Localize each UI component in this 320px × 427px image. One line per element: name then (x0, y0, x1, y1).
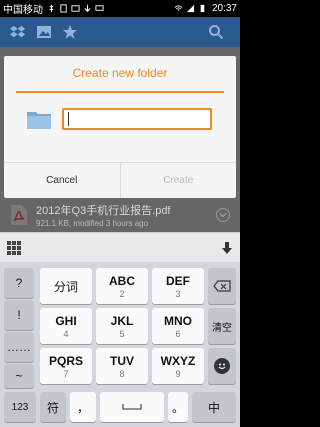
image-notification-icon (71, 5, 80, 12)
key-mno[interactable]: MNO 6 (152, 308, 204, 344)
clipboard-icon (60, 4, 67, 13)
image-icon[interactable] (34, 22, 54, 42)
key-label: MNO (164, 313, 192, 328)
clear-key[interactable]: 清空 (208, 308, 236, 344)
create-button[interactable]: Create (119, 163, 237, 198)
key-label: ! (17, 308, 21, 322)
status-right: 20:37 (174, 3, 237, 14)
list-item[interactable]: 2012年Q3手机行业报告.pdf 921.1 KB, modified 3 h… (0, 197, 240, 232)
key-abc[interactable]: ABC 2 (96, 268, 148, 304)
create-folder-dialog: Create new folder Cancel Create (4, 56, 236, 198)
key-digit: 8 (119, 368, 125, 379)
star-icon[interactable] (60, 22, 80, 42)
key-digit: 4 (63, 328, 69, 339)
key-pqrs[interactable]: PQRS 7 (40, 348, 92, 384)
text-caret (68, 112, 69, 126)
key-label: 123 (11, 401, 29, 413)
wifi-icon (174, 5, 183, 11)
space-icon (122, 404, 142, 410)
symbols-key[interactable]: 符 (40, 392, 66, 422)
key-jkl[interactable]: JKL 5 (96, 308, 148, 344)
language-key[interactable]: 中 (192, 392, 236, 422)
key-digit: 6 (175, 328, 181, 339)
signal-icon (186, 4, 195, 13)
key-label: 。 (171, 400, 184, 415)
key-label: DEF (166, 273, 190, 288)
action-bar (0, 17, 240, 47)
keyboard: ? ! …… ~ 分词 ABC 2 DEF 3 GHI 4 JKL 5 MNO 6 清空 … (0, 262, 240, 427)
status-bar: 中国移动 20:37 (0, 0, 240, 17)
key-label: 符 (46, 400, 59, 415)
download-icon (84, 4, 91, 12)
backspace-icon (213, 280, 231, 292)
dropbox-icon[interactable] (8, 22, 28, 42)
key-label: 清空 (212, 322, 232, 334)
search-icon[interactable] (206, 22, 226, 42)
folder-icon (27, 112, 51, 129)
emoji-key[interactable] (208, 348, 236, 384)
key-label: ? (15, 276, 23, 290)
clock: 20:37 (211, 3, 237, 14)
key-digit: 5 (119, 328, 125, 339)
key-label: JKL (110, 313, 134, 328)
file-info: 2012年Q3手机行业报告.pdf 921.1 KB, modified 3 h… (36, 202, 171, 228)
keyboard-toolbar (0, 232, 240, 262)
keyboard-menu-icon[interactable] (6, 240, 22, 256)
message-icon (95, 5, 104, 11)
emoji-icon (214, 358, 230, 374)
folder-name-input[interactable] (62, 108, 212, 130)
file-meta: 921.1 KB, modified 3 hours ago (36, 218, 149, 228)
pdf-file-icon (11, 204, 27, 225)
key-label: PQRS (48, 353, 83, 368)
key-label: WXYZ (160, 353, 196, 368)
key-digit: 3 (175, 288, 181, 299)
usb-icon (49, 4, 54, 13)
key-def[interactable]: DEF 3 (152, 268, 204, 304)
chevron-down-icon[interactable] (216, 207, 230, 222)
battery-icon (200, 4, 205, 13)
numeric-key[interactable]: 123 (4, 392, 36, 422)
key-label: GHI (55, 313, 77, 328)
period-key[interactable]: 。 (168, 392, 188, 422)
key-exclamation[interactable]: ! (4, 300, 34, 330)
key-label: ABC (109, 273, 135, 288)
key-label: TUV (110, 353, 134, 368)
key-tuv[interactable]: TUV 8 (96, 348, 148, 384)
carrier-label: 中国移动 (3, 5, 43, 16)
key-label: ~ (15, 369, 23, 383)
space-key[interactable] (100, 392, 164, 422)
key-digit: 2 (119, 288, 125, 299)
notification-icons (47, 4, 104, 13)
key-label: ， (76, 400, 89, 415)
key-ellipsis[interactable]: …… (4, 332, 34, 362)
dialog-title: Create new folder (72, 66, 168, 80)
hide-keyboard-icon[interactable] (220, 241, 234, 255)
comma-key[interactable]: ， (70, 392, 96, 422)
key-label: …… (7, 340, 31, 354)
key-wxyz[interactable]: WXYZ 9 (152, 348, 204, 384)
key-digit: 7 (63, 368, 69, 379)
key-tilde[interactable]: ~ (4, 364, 34, 388)
key-segment[interactable]: 分词 (40, 268, 92, 304)
key-digit: 9 (175, 368, 181, 379)
dialog-button-bar: Cancel Create (4, 162, 236, 198)
key-label: 分词 (53, 279, 78, 294)
backspace-key[interactable] (208, 268, 236, 304)
key-question[interactable]: ? (4, 268, 34, 298)
key-label: 中 (207, 400, 220, 415)
key-ghi[interactable]: GHI 4 (40, 308, 92, 344)
title-divider (16, 91, 224, 93)
file-name: 2012年Q3手机行业报告.pdf (36, 204, 171, 217)
cancel-button[interactable]: Cancel (4, 163, 120, 198)
